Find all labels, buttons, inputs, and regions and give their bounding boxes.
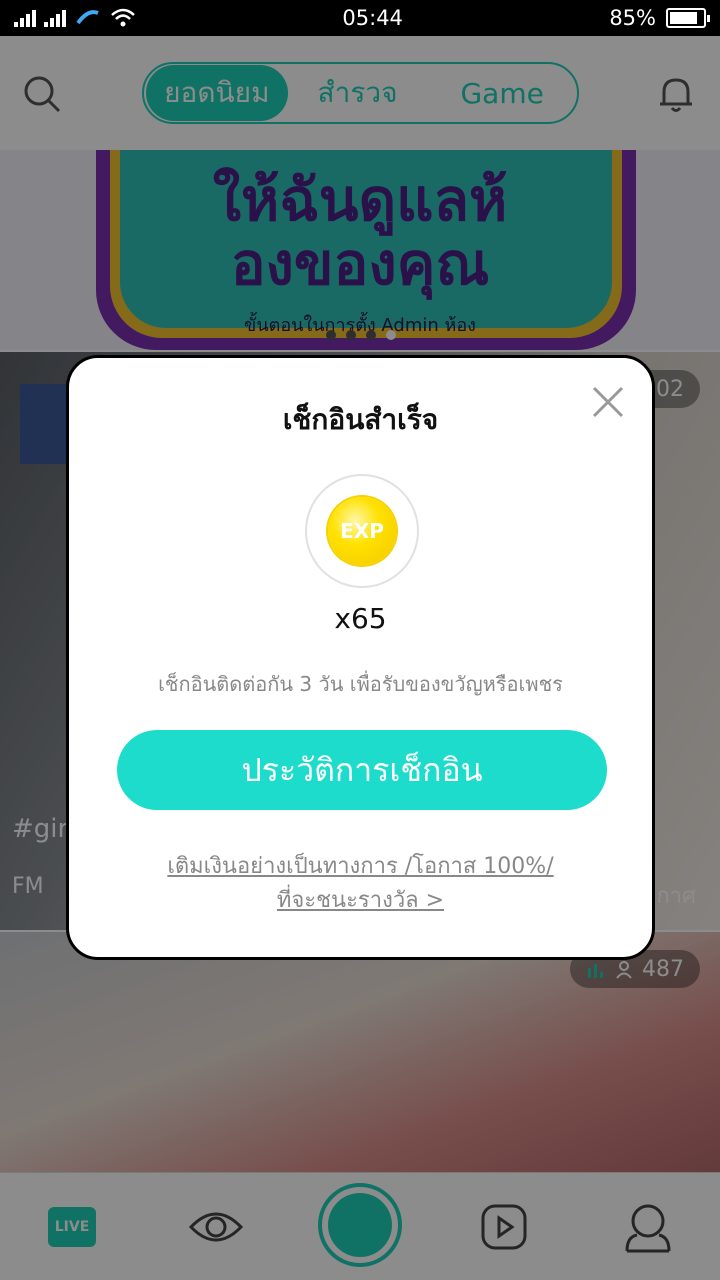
battery-fill xyxy=(670,12,698,24)
carrier-icon xyxy=(76,10,99,25)
battery-percent: 85% xyxy=(609,6,656,30)
status-right: 85% xyxy=(609,6,710,30)
reward-ring: EXP xyxy=(305,474,419,588)
dialog-description: เช็กอินติดต่อกัน 3 วัน เพื่อรับของขวัญหร… xyxy=(158,672,563,696)
signal-2-icon xyxy=(44,9,66,27)
signal-icon xyxy=(14,9,36,27)
close-icon[interactable] xyxy=(590,384,626,420)
clock: 05:44 xyxy=(342,6,403,30)
exp-coin-icon: EXP xyxy=(328,497,396,565)
wifi-icon xyxy=(111,8,135,27)
battery-icon xyxy=(666,8,710,28)
checkin-history-button[interactable]: ประวัติการเช็กอิน xyxy=(117,730,607,810)
status-bar: 05:44 85% xyxy=(0,0,720,36)
status-left xyxy=(14,7,136,29)
reward-amount: x65 xyxy=(334,602,387,635)
topup-link[interactable]: เติมเงินอย่างเป็นทางการ /โอกาส 100%/ ที่… xyxy=(109,850,612,918)
checkin-dialog: เช็กอินสำเร็จ EXP x65 เช็กอินติดต่อกัน 3… xyxy=(66,355,655,960)
dialog-title: เช็กอินสำเร็จ xyxy=(282,403,439,436)
